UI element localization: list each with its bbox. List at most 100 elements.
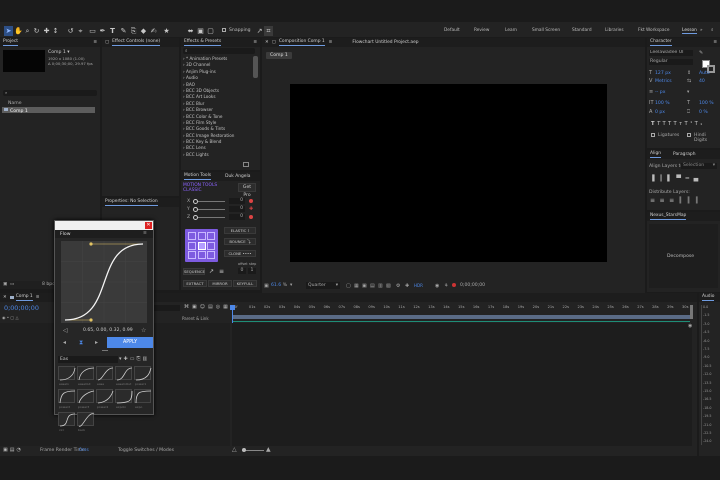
roto-brush-icon[interactable]: ✍ xyxy=(149,26,158,36)
sequence-icon-1[interactable]: ↗ xyxy=(209,268,214,275)
anchor-cell[interactable] xyxy=(207,241,215,250)
snap-magnet-icon[interactable]: ⌗ xyxy=(264,26,273,36)
align-bottom-icon[interactable]: ▄ xyxy=(694,175,703,182)
decompose-button[interactable]: Decompose xyxy=(667,254,694,259)
flow-hourglass-icon[interactable]: ⧗ xyxy=(79,339,83,347)
font-size-value[interactable]: 127 px xyxy=(655,71,671,76)
preset-thumbnail[interactable] xyxy=(134,366,152,381)
z-slider[interactable] xyxy=(193,215,225,220)
new-bin-icon[interactable] xyxy=(243,162,249,167)
x-keyframe-icon[interactable] xyxy=(249,199,253,203)
snap-options-icon[interactable]: ↗ xyxy=(255,26,264,36)
stroke-width-value[interactable]: -- px xyxy=(655,90,665,95)
offset-input[interactable]: 0 xyxy=(238,268,246,274)
bounce-button[interactable]: BOUNCE ⤵ xyxy=(224,238,256,245)
region-interest-icon[interactable]: ▢ xyxy=(346,283,351,289)
small-caps-icon[interactable]: Tт xyxy=(674,121,685,127)
lock-icon[interactable]: ▢ xyxy=(105,40,109,45)
zoom-in-icon[interactable]: ▲ xyxy=(266,446,271,453)
preset-thumbnail[interactable] xyxy=(115,389,133,404)
puppet-tool-icon[interactable]: ★ xyxy=(162,26,171,36)
motion-tools-tab[interactable]: Motion Tools xyxy=(184,173,212,180)
effect-controls-title[interactable]: Effect Controls (none) xyxy=(112,39,161,46)
always-preview-icon[interactable]: ▣ xyxy=(264,283,269,289)
tracking-value[interactable]: 40 xyxy=(699,79,705,84)
align-vcenter-icon[interactable]: ━ xyxy=(686,175,694,182)
distribute-top-icon[interactable]: ≡ xyxy=(650,197,660,204)
effect-category-item[interactable]: › BCC Lights xyxy=(183,152,251,158)
pen-tool-icon[interactable]: ✒ xyxy=(98,26,107,36)
audio-title[interactable]: Audio xyxy=(702,294,715,301)
anchor-cell[interactable] xyxy=(188,251,196,259)
baseline-value[interactable]: 0 px xyxy=(655,110,665,115)
fast-preview-icon[interactable]: ⚙ xyxy=(396,283,400,289)
lock-icon[interactable]: ▢ xyxy=(272,40,276,45)
preset-thumbnail[interactable] xyxy=(77,412,95,427)
viewer-timecode[interactable]: 0;00;00;00 xyxy=(460,283,485,288)
z-value[interactable]: 0 xyxy=(229,214,245,220)
comp-subtab[interactable]: Comp 1 xyxy=(266,52,292,59)
brush-tool-icon[interactable]: ✎ xyxy=(119,26,128,36)
timeline-timecode[interactable]: 0;00;00;00 xyxy=(4,304,39,312)
hindi-checkbox[interactable] xyxy=(687,133,691,137)
sequence-button[interactable]: SEQUENCE xyxy=(183,268,205,275)
preset-thumbnail[interactable] xyxy=(115,366,133,381)
type-tool-icon[interactable]: T xyxy=(108,26,117,36)
x-value[interactable]: 0 xyxy=(229,198,245,204)
anchor-cell[interactable] xyxy=(188,241,196,250)
zoom-dropdown-icon[interactable]: ▾ xyxy=(290,283,292,288)
kerning-value[interactable]: Metrics xyxy=(655,79,672,84)
hand-tool-icon[interactable]: ✋ xyxy=(14,26,23,36)
superscript-icon[interactable]: T¹ xyxy=(685,121,695,127)
panel-menu-icon[interactable]: ≡ xyxy=(93,40,97,45)
composition-tab[interactable]: Composition Comp 1 xyxy=(278,39,325,46)
curve-editor[interactable] xyxy=(61,241,147,323)
hscale-value[interactable]: 100 % xyxy=(699,101,714,106)
effects-scrollbar[interactable] xyxy=(253,56,258,78)
font-style-dropdown[interactable]: Regular xyxy=(649,59,693,65)
workspace-review[interactable]: Review xyxy=(474,28,489,33)
hdr-label[interactable]: HDR xyxy=(414,283,423,288)
keyframe-button[interactable]: KEYFULL xyxy=(233,280,257,287)
tsume-value[interactable]: 0 % xyxy=(699,110,708,115)
anchor-point-grid[interactable] xyxy=(185,229,218,262)
y-slider[interactable] xyxy=(193,207,225,212)
preset-thumbnail[interactable] xyxy=(58,389,76,404)
anchor-cell[interactable] xyxy=(188,232,196,240)
local-axis-icon[interactable]: ⬌ xyxy=(186,26,195,36)
clone-stamp-icon[interactable]: ⎘ xyxy=(129,26,138,36)
workspace-standard[interactable]: Standard xyxy=(572,28,592,33)
preset-thumbnail[interactable] xyxy=(77,366,95,381)
comp-marker-icon[interactable]: ▣ xyxy=(3,447,10,453)
preset-thumbnail[interactable] xyxy=(134,389,152,404)
world-axis-icon[interactable]: ▣ xyxy=(196,26,205,36)
comp-flow-icon[interactable]: ⌘ xyxy=(184,304,192,310)
project-panel-title[interactable]: Project xyxy=(3,39,19,46)
time-ruler[interactable]: 0f 01s 02s 03s 04s 05s 06s 07s 08s 09s 10s 11s 12s 13… xyxy=(232,305,692,315)
subscript-icon[interactable]: T₁ xyxy=(695,121,705,127)
project-item-row[interactable]: Comp 1 xyxy=(2,107,95,114)
rotate-tool-icon[interactable]: ↺ xyxy=(66,26,75,36)
workspace-menu-icon[interactable]: » xyxy=(700,28,703,33)
leading-value[interactable]: Auto xyxy=(699,71,710,76)
distribute-vcenter-icon[interactable]: ≡ xyxy=(660,197,670,204)
motion-blur-icon[interactable]: ◎ xyxy=(216,304,223,310)
workspace-lesson[interactable]: Lesson xyxy=(682,28,697,34)
close-tab-icon[interactable]: ✕ xyxy=(3,295,7,300)
character-title[interactable]: Character xyxy=(650,39,672,46)
pan-behind-icon[interactable]: ⌖ xyxy=(76,26,85,36)
z-keyframe-icon[interactable] xyxy=(249,215,253,219)
preset-thumbnail[interactable] xyxy=(96,366,114,381)
comp-end-icon[interactable]: ◉ xyxy=(688,323,692,329)
nexus-title[interactable]: Nexus_StarsMap xyxy=(650,213,687,220)
effects-title[interactable]: Effects & Presets xyxy=(184,39,222,46)
eraser-tool-icon[interactable]: ◆ xyxy=(139,26,148,36)
mask-visibility-icon[interactable]: ▣ xyxy=(362,283,367,289)
timeline-search-input[interactable] xyxy=(150,305,180,311)
paragraph-tab[interactable]: Paragraph xyxy=(673,152,696,157)
clone-button[interactable]: CLONE •••• xyxy=(224,250,256,257)
x-slider[interactable] xyxy=(193,199,225,204)
font-eyedropper-icon[interactable]: ✎ xyxy=(699,50,703,56)
flow-speaker-icon[interactable]: ◁ xyxy=(63,327,68,334)
view-axis-icon[interactable]: ▢ xyxy=(206,26,215,36)
